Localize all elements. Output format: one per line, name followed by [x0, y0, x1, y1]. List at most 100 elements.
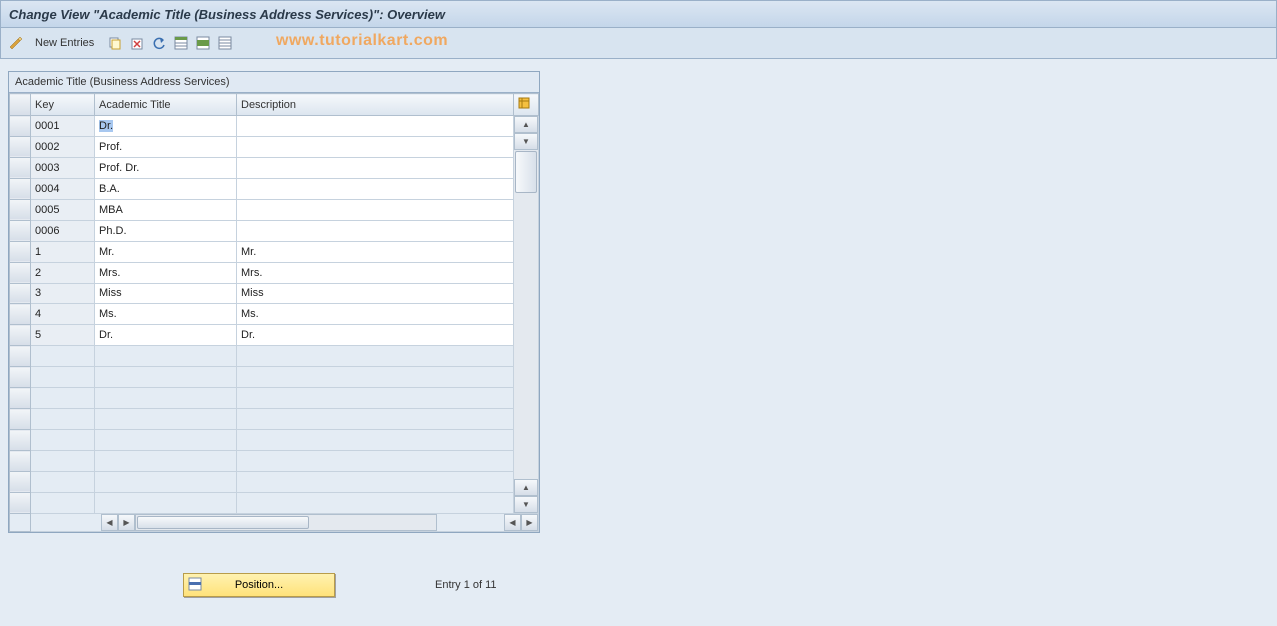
row-selector[interactable] — [10, 241, 31, 262]
row-selector[interactable] — [10, 157, 31, 178]
cell-key[interactable] — [31, 409, 95, 430]
scroll-down2-arrow-icon[interactable]: ▼ — [514, 496, 538, 513]
cell-key[interactable] — [31, 451, 95, 472]
select-all-icon[interactable] — [172, 34, 190, 52]
scroll-left-arrow-icon[interactable]: ◀ — [101, 514, 118, 531]
cell-description[interactable] — [237, 178, 514, 199]
cell-academic-title[interactable]: Dr. — [95, 325, 237, 346]
cell-key[interactable] — [31, 492, 95, 513]
row-selector[interactable] — [10, 116, 31, 137]
scroll-thumb-h[interactable] — [137, 516, 309, 529]
row-selector[interactable] — [10, 304, 31, 325]
cell-description[interactable]: Mrs. — [237, 262, 514, 283]
cell-key[interactable] — [31, 430, 95, 451]
cell-key[interactable]: 3 — [31, 283, 95, 304]
row-selector[interactable] — [10, 283, 31, 304]
scroll-track-h[interactable] — [135, 514, 437, 531]
cell-description[interactable]: Miss — [237, 283, 514, 304]
cell-description[interactable] — [237, 451, 514, 472]
select-block-icon[interactable] — [194, 34, 212, 52]
cell-description[interactable]: Mr. — [237, 241, 514, 262]
cell-academic-title[interactable] — [95, 471, 237, 492]
cell-key[interactable]: 0002 — [31, 136, 95, 157]
cell-key[interactable] — [31, 471, 95, 492]
cell-description[interactable] — [237, 492, 514, 513]
cell-key[interactable]: 0001 — [31, 116, 95, 137]
row-selector[interactable] — [10, 409, 31, 430]
cell-key[interactable] — [31, 346, 95, 367]
vertical-scrollbar[interactable]: ▲▼▲▼ — [514, 116, 539, 514]
horizontal-scrollbar[interactable]: ◀▶◀▶ — [31, 514, 539, 532]
table-settings-icon[interactable] — [514, 94, 539, 116]
scroll-up2-arrow-icon[interactable]: ▲ — [514, 479, 538, 496]
cell-academic-title[interactable]: Prof. — [95, 136, 237, 157]
cell-academic-title[interactable] — [95, 388, 237, 409]
copy-as-icon[interactable] — [106, 34, 124, 52]
position-button[interactable]: Position... — [183, 573, 335, 597]
select-all-rows[interactable] — [10, 94, 31, 116]
cell-key[interactable] — [31, 388, 95, 409]
row-selector[interactable] — [10, 451, 31, 472]
row-selector[interactable] — [10, 325, 31, 346]
cell-academic-title[interactable]: Miss — [95, 283, 237, 304]
cell-description[interactable] — [237, 471, 514, 492]
scroll-left2-arrow-icon[interactable]: ◀ — [504, 514, 521, 531]
row-selector[interactable] — [10, 346, 31, 367]
cell-description[interactable] — [237, 157, 514, 178]
scroll-down-arrow-icon[interactable]: ▼ — [514, 133, 538, 150]
cell-description[interactable] — [237, 220, 514, 241]
selected-text[interactable]: Dr. — [99, 120, 113, 132]
cell-academic-title[interactable] — [95, 430, 237, 451]
cell-description[interactable] — [237, 367, 514, 388]
scroll-track[interactable] — [514, 150, 538, 479]
cell-description[interactable] — [237, 409, 514, 430]
row-selector[interactable] — [10, 136, 31, 157]
cell-key[interactable]: 2 — [31, 262, 95, 283]
cell-academic-title[interactable]: Dr. — [95, 116, 237, 137]
row-selector[interactable] — [10, 471, 31, 492]
cell-academic-title[interactable]: Mr. — [95, 241, 237, 262]
cell-academic-title[interactable] — [95, 367, 237, 388]
cell-academic-title[interactable]: Ph.D. — [95, 220, 237, 241]
cell-academic-title[interactable]: Ms. — [95, 304, 237, 325]
cell-academic-title[interactable]: B.A. — [95, 178, 237, 199]
row-selector[interactable] — [10, 367, 31, 388]
toggle-display-change-icon[interactable] — [7, 34, 25, 52]
scroll-up-arrow-icon[interactable]: ▲ — [514, 116, 538, 133]
cell-academic-title[interactable] — [95, 409, 237, 430]
cell-academic-title[interactable]: Mrs. — [95, 262, 237, 283]
row-selector[interactable] — [10, 262, 31, 283]
column-header-academic-title[interactable]: Academic Title — [95, 94, 237, 116]
cell-academic-title[interactable] — [95, 492, 237, 513]
undo-change-icon[interactable] — [150, 34, 168, 52]
new-entries-button[interactable]: New Entries — [29, 35, 100, 51]
scroll-thumb[interactable] — [515, 151, 537, 193]
cell-description[interactable]: Ms. — [237, 304, 514, 325]
cell-key[interactable] — [31, 367, 95, 388]
cell-description[interactable] — [237, 116, 514, 137]
cell-key[interactable]: 0004 — [31, 178, 95, 199]
row-selector[interactable] — [10, 492, 31, 513]
row-selector[interactable] — [10, 178, 31, 199]
column-header-key[interactable]: Key — [31, 94, 95, 116]
cell-description[interactable] — [237, 388, 514, 409]
column-header-description[interactable]: Description — [237, 94, 514, 116]
cell-key[interactable]: 1 — [31, 241, 95, 262]
cell-key[interactable]: 4 — [31, 304, 95, 325]
row-selector[interactable] — [10, 199, 31, 220]
cell-academic-title[interactable]: Prof. Dr. — [95, 157, 237, 178]
row-selector[interactable] — [10, 430, 31, 451]
deselect-all-icon[interactable] — [216, 34, 234, 52]
cell-key[interactable]: 5 — [31, 325, 95, 346]
cell-academic-title[interactable] — [95, 346, 237, 367]
cell-description[interactable] — [237, 430, 514, 451]
delete-icon[interactable] — [128, 34, 146, 52]
cell-academic-title[interactable]: MBA — [95, 199, 237, 220]
scroll-right2-arrow-icon[interactable]: ▶ — [521, 514, 538, 531]
cell-key[interactable]: 0006 — [31, 220, 95, 241]
cell-description[interactable]: Dr. — [237, 325, 514, 346]
cell-key[interactable]: 0005 — [31, 199, 95, 220]
cell-description[interactable] — [237, 346, 514, 367]
cell-academic-title[interactable] — [95, 451, 237, 472]
row-selector[interactable] — [10, 388, 31, 409]
